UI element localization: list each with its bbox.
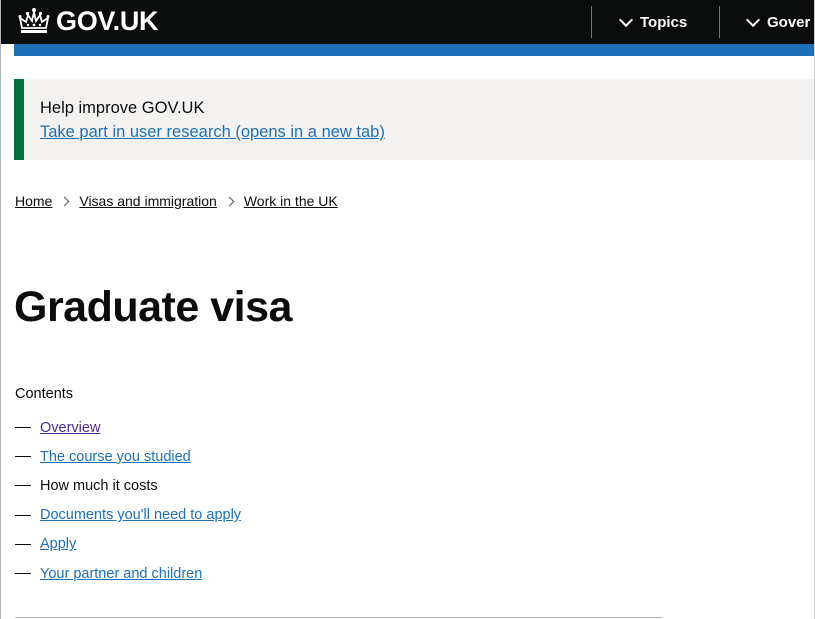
dash-icon: [15, 485, 31, 487]
banner-accent-bar: [14, 79, 24, 160]
dash-icon: [15, 427, 31, 429]
nav-divider: [719, 6, 720, 38]
contents-item: The course you studied: [15, 442, 241, 471]
page: GOV.UK Topics Gover Help improve GOV.UK …: [0, 0, 815, 619]
crown-icon: [18, 8, 50, 33]
contents-item: Your partner and children: [15, 559, 241, 588]
breadcrumb-work-link[interactable]: Work in the UK: [244, 191, 338, 211]
topics-menu-button[interactable]: Topics: [618, 0, 688, 44]
breadcrumb-visas-link[interactable]: Visas and immigration: [79, 191, 216, 211]
site-header: GOV.UK Topics Gover: [1, 0, 815, 44]
contents-list: Overview The course you studied How much…: [15, 413, 241, 588]
contents-link-overview[interactable]: Overview: [40, 418, 100, 438]
chevron-down-icon: [618, 12, 634, 27]
contents-link-course[interactable]: The course you studied: [40, 447, 191, 467]
dash-icon: [15, 543, 31, 545]
page-title: Graduate visa: [14, 283, 292, 331]
government-activity-menu-button[interactable]: Gover: [745, 0, 811, 44]
header-accent-bar: [14, 44, 815, 56]
contents-item: Apply: [15, 530, 241, 559]
contents-link-partner[interactable]: Your partner and children: [40, 564, 202, 584]
contents-item: Overview: [15, 413, 241, 442]
contents-current-costs: How much it costs: [40, 477, 158, 494]
government-activity-menu-label: Gover: [767, 13, 811, 31]
breadcrumb-chevron-icon: [59, 196, 70, 206]
breadcrumb: Home Visas and immigration Work in the U…: [15, 191, 338, 211]
contents-heading: Contents: [15, 386, 74, 402]
contents-item: How much it costs: [15, 471, 241, 500]
dash-icon: [15, 456, 31, 458]
nav-divider: [591, 6, 592, 38]
topics-menu-label: Topics: [640, 13, 688, 31]
breadcrumb-home-link[interactable]: Home: [15, 191, 52, 211]
dash-icon: [15, 514, 31, 516]
chevron-down-icon: [745, 12, 761, 27]
window-edge: [0, 0, 1, 619]
user-research-banner: Help improve GOV.UK Take part in user re…: [14, 79, 815, 160]
banner-title: Help improve GOV.UK: [40, 99, 205, 117]
dash-icon: [15, 573, 31, 575]
contents-link-documents[interactable]: Documents you'll need to apply: [40, 505, 241, 525]
breadcrumb-chevron-icon: [224, 196, 235, 206]
logo-text: GOV.UK: [56, 6, 159, 36]
contents-link-apply[interactable]: Apply: [40, 534, 76, 554]
contents-item: Documents you'll need to apply: [15, 501, 241, 530]
section-divider: [15, 617, 662, 618]
govuk-logo-link[interactable]: GOV.UK: [17, 6, 159, 36]
user-research-link[interactable]: Take part in user research (opens in a n…: [40, 121, 385, 143]
